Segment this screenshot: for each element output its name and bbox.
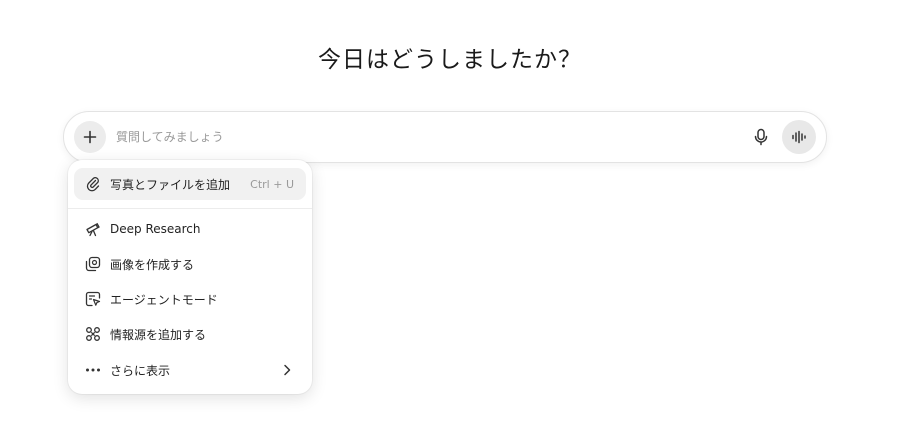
ellipsis-icon bbox=[84, 361, 102, 379]
menu-item-label: 情報源を追加する bbox=[110, 327, 207, 342]
keyboard-shortcut: Ctrl + U bbox=[250, 177, 294, 191]
attach-menu: 写真とファイルを追加 Ctrl + U Deep Research 画像を作成す… bbox=[68, 160, 312, 394]
page-title: 今日はどうしましたか？ bbox=[318, 47, 582, 73]
menu-item-show-more[interactable]: さらに表示 bbox=[74, 354, 306, 386]
menu-item-deep-research[interactable]: Deep Research bbox=[74, 213, 306, 245]
agent-cursor-icon bbox=[84, 290, 102, 308]
menu-item-label: エージェントモード bbox=[110, 292, 218, 307]
menu-divider bbox=[68, 208, 312, 209]
microphone-icon bbox=[754, 128, 768, 146]
menu-item-create-image[interactable]: 画像を作成する bbox=[74, 248, 306, 280]
composer bbox=[63, 111, 827, 163]
connectors-icon bbox=[84, 325, 102, 343]
menu-item-label: 画像を作成する bbox=[110, 257, 195, 272]
telescope-icon bbox=[84, 220, 102, 238]
menu-item-agent-mode[interactable]: エージェントモード bbox=[74, 283, 306, 315]
menu-item-add-files[interactable]: 写真とファイルを追加 Ctrl + U bbox=[74, 168, 306, 200]
voice-mode-button[interactable] bbox=[782, 120, 816, 154]
paperclip-icon bbox=[84, 175, 102, 193]
chevron-right-icon bbox=[280, 363, 294, 377]
menu-item-label: さらに表示 bbox=[110, 363, 171, 378]
plus-icon bbox=[83, 130, 97, 144]
chat-home: 今日はどうしましたか？ 写真とファイルを追 bbox=[0, 0, 900, 437]
menu-item-label: 写真とファイルを追加 bbox=[110, 177, 231, 192]
image-create-icon bbox=[84, 255, 102, 273]
voice-mode-icon bbox=[792, 130, 806, 144]
dictate-button[interactable] bbox=[746, 122, 776, 152]
menu-item-label: Deep Research bbox=[110, 222, 201, 236]
prompt-input[interactable] bbox=[116, 126, 676, 148]
menu-item-add-sources[interactable]: 情報源を追加する bbox=[74, 318, 306, 350]
add-attachment-button[interactable] bbox=[74, 121, 106, 153]
